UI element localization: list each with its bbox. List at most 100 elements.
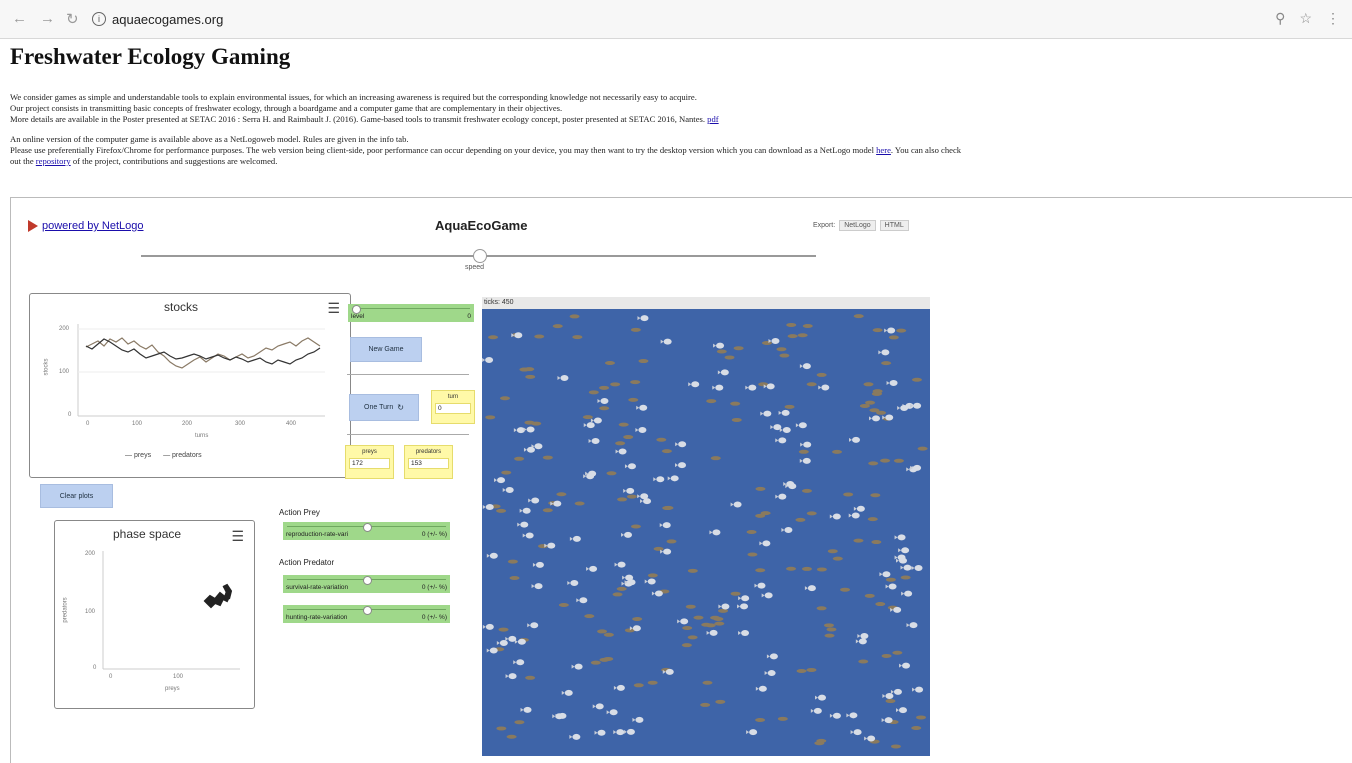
phase-y-tick: 100 (85, 609, 96, 615)
prey-fish (885, 577, 896, 582)
one-turn-button[interactable]: One Turn ↻ (349, 394, 419, 421)
hunting-rate-slider[interactable]: hunting-rate-variation 0 (+/- %) (283, 605, 450, 623)
predator-fish (528, 497, 540, 504)
reload-icon[interactable]: ↻ (66, 10, 79, 28)
forever-icon: ↻ (397, 403, 404, 412)
stocks-x-tick: 0 (86, 421, 90, 427)
legend-item-predators[interactable]: — predators (163, 452, 202, 459)
prey-fish (606, 471, 617, 476)
prey-fish (509, 576, 520, 581)
predators-monitor: predators 153 (404, 445, 453, 479)
new-game-button[interactable]: New Game (350, 337, 422, 362)
address-bar[interactable]: i aquaecogames.org (92, 8, 1262, 30)
world-view[interactable] (482, 309, 930, 756)
prey-fish (488, 335, 499, 340)
prey-fish (574, 501, 585, 506)
intro-line: out the (10, 156, 34, 166)
predator-fish (637, 315, 649, 322)
stocks-x-tick: 100 (132, 421, 143, 427)
predator-fish (781, 527, 793, 534)
legend-item-preys[interactable]: — preys (125, 452, 151, 459)
pdf-link[interactable]: pdf (707, 114, 718, 124)
stocks-x-label: turns (195, 433, 209, 439)
predator-fish (636, 404, 648, 411)
hunting-slider-handle[interactable] (362, 606, 372, 615)
prey-fish (647, 680, 658, 685)
prey-fish (685, 604, 696, 609)
export-html-button[interactable]: HTML (879, 220, 909, 231)
prey-fish (892, 650, 903, 655)
prey-fish (603, 632, 614, 637)
predator-fish (496, 640, 508, 647)
prey-fish (693, 615, 704, 620)
menu-dots-icon[interactable]: ⋮ (1326, 10, 1340, 27)
predator-fish (885, 583, 897, 590)
predator-fish (513, 427, 525, 434)
predator-fish (659, 522, 671, 529)
netlogo-model: powered by NetLogo AquaEcoGame Export: N… (10, 197, 1352, 763)
predator-fish (615, 448, 627, 455)
prey-fish (710, 456, 721, 461)
prey-fish (816, 567, 827, 572)
prey-fish (599, 406, 610, 411)
prey-fish (777, 716, 788, 721)
predator-fish (884, 327, 896, 334)
stocks-x-tick: 200 (182, 421, 193, 427)
predator-fish (709, 529, 721, 536)
turn-monitor-value: 0 (435, 403, 471, 414)
prey-fish (666, 539, 677, 544)
prey-fish (542, 508, 553, 513)
predator-fish (569, 733, 581, 740)
prey-fish (569, 314, 580, 319)
fish-layer (482, 314, 928, 749)
level-slider[interactable]: level 0 (348, 304, 474, 322)
here-link[interactable]: here (876, 145, 891, 155)
prey-fish (630, 327, 641, 332)
hunting-slider-label: hunting-rate-variation (286, 614, 348, 621)
powered-by-netlogo-link[interactable]: powered by NetLogo (28, 220, 144, 232)
survival-rate-slider[interactable]: survival-rate-variation 0 (+/- %) (283, 575, 450, 593)
info-icon[interactable]: i (92, 12, 106, 26)
prey-fish (615, 441, 626, 446)
prey-fish (881, 361, 892, 366)
back-arrow-icon[interactable]: ← (12, 10, 27, 27)
predator-fish (869, 415, 881, 422)
prey-fish (617, 497, 628, 502)
phase-trajectory (203, 583, 233, 609)
prey-fish (715, 699, 726, 704)
repository-link[interactable]: repository (36, 156, 71, 166)
predator-fish (606, 709, 618, 716)
action-prey-label: Action Prey (279, 508, 320, 517)
prey-fish (872, 391, 883, 396)
predator-fish (706, 629, 718, 636)
prey-fish (858, 659, 869, 664)
clear-plots-button[interactable]: Clear plots (40, 484, 113, 508)
intro-line: Our project consists in transmitting bas… (10, 103, 563, 113)
survival-slider-handle[interactable] (362, 576, 372, 585)
predator-fish (597, 397, 609, 404)
preys-monitor: preys 172 (345, 445, 394, 479)
predator-fish (531, 583, 543, 590)
forward-arrow-icon[interactable]: → (40, 10, 55, 27)
prey-fish (618, 422, 629, 427)
predator-fish (814, 694, 826, 701)
predator-fish (799, 457, 811, 464)
predator-fish (804, 585, 816, 592)
prey-fish (603, 656, 614, 661)
prey-fish (853, 314, 864, 319)
zoom-icon[interactable]: ⚲ (1275, 10, 1285, 27)
preys-monitor-label: preys (362, 449, 377, 455)
level-slider-value: 0 (467, 313, 471, 320)
prey-fish (632, 617, 643, 622)
speed-slider-handle[interactable] (472, 249, 487, 263)
bookmark-star-icon[interactable]: ☆ (1299, 10, 1312, 27)
export-netlogo-button[interactable]: NetLogo (839, 220, 876, 231)
predator-fish (505, 673, 517, 680)
reproduction-slider-handle[interactable] (362, 523, 372, 532)
prey-fish (814, 741, 825, 746)
predators-monitor-label: predators (415, 449, 442, 455)
predator-fish (637, 493, 649, 500)
prey-fish (623, 435, 634, 440)
prey-fish (747, 552, 758, 557)
reproduction-rate-slider[interactable]: reproduction-rate-vari 0 (+/- %) (283, 522, 450, 540)
